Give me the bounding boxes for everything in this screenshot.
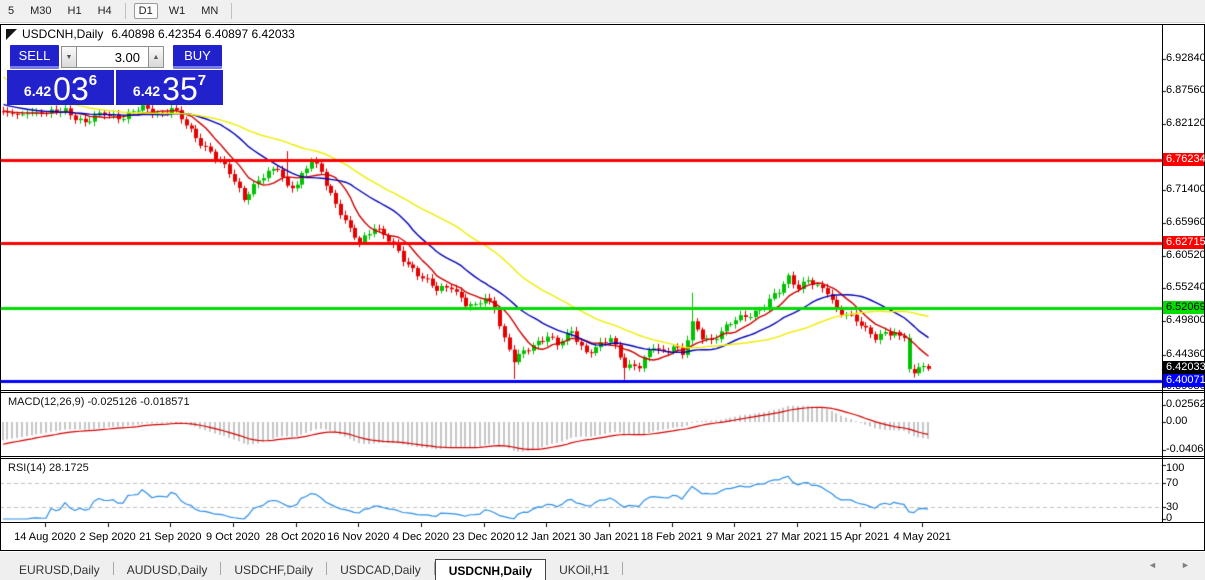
- timeframe-toolbar: 5 M30 H1 H4 D1 W1 MN: [0, 0, 1205, 23]
- timeframe-5[interactable]: 5: [3, 3, 19, 19]
- date-axis-label: 16 Nov 2020: [327, 531, 389, 543]
- date-axis-label: 23 Dec 2020: [452, 531, 514, 543]
- date-axis-label: 14 Aug 2020: [14, 531, 76, 543]
- sell-price-pip: 6: [89, 72, 97, 89]
- buy-price-main: 35: [162, 75, 198, 103]
- price-axis-tick: 6.65960: [1166, 216, 1205, 228]
- current-price-label: 6.42033: [1163, 361, 1204, 374]
- rsi-panel-top-border: [1, 458, 1204, 459]
- macd-indicator-label: MACD(12,26,9) -0.025126 -0.018571: [8, 396, 190, 408]
- date-axis-label: 9 Mar 2021: [706, 531, 762, 543]
- date-axis-label: 28 Oct 2020: [266, 531, 326, 543]
- date-axis-label: 4 Dec 2020: [393, 531, 449, 543]
- date-axis-label: 15 Apr 2021: [830, 531, 889, 543]
- buy-button[interactable]: BUY: [173, 45, 222, 69]
- sell-price-prefix: 6.42: [24, 83, 51, 99]
- tab-usdcad[interactable]: USDCAD,Daily: [327, 559, 434, 580]
- timeframe-mn[interactable]: MN: [196, 3, 223, 19]
- timeframe-h4[interactable]: H4: [93, 3, 117, 19]
- volume-decrease-button[interactable]: ▼: [61, 46, 77, 68]
- level-price-label: 6.52069: [1163, 301, 1204, 314]
- mt4-chart-window: 5 M30 H1 H4 D1 W1 MN USDCNH,Daily 6.40898 6.42…: [0, 0, 1205, 580]
- date-axis-label: 4 May 2021: [893, 531, 950, 543]
- timeframe-h1[interactable]: H1: [63, 3, 87, 19]
- one-click-collapse-icon[interactable]: [6, 29, 17, 40]
- macd-name: MACD(12,26,9): [8, 396, 84, 408]
- date-axis-label: 18 Feb 2021: [641, 531, 703, 543]
- toolbar-separator: [125, 3, 126, 19]
- timeframe-d1[interactable]: D1: [134, 3, 158, 19]
- sell-price-main: 03: [53, 75, 89, 103]
- rsi-indicator-label: RSI(14) 28.1725: [8, 462, 89, 474]
- volume-input[interactable]: [77, 46, 148, 68]
- price-axis-tick: 6.92840: [1166, 52, 1205, 64]
- volume-increase-button[interactable]: ▲: [148, 46, 164, 68]
- sell-button[interactable]: SELL: [10, 45, 59, 69]
- buy-price-prefix: 6.42: [133, 83, 160, 99]
- price-axis-tick: 6.87560: [1166, 84, 1205, 96]
- macd-axis-tick: 0.025623: [1166, 398, 1205, 410]
- sell-price-display[interactable]: 6.42 03 6: [7, 70, 114, 105]
- price-axis-tick: 6.71400: [1166, 183, 1205, 195]
- up-arrow-icon: ▲: [153, 54, 160, 61]
- date-axis-label: 30 Jan 2021: [579, 531, 640, 543]
- tab-scroll-left-icon[interactable]: ◄: [1148, 560, 1157, 570]
- date-axis-label: 9 Oct 2020: [206, 531, 260, 543]
- rsi-name: RSI(14): [8, 462, 46, 474]
- tab-ukoil[interactable]: UKOil,H1: [546, 559, 622, 580]
- rsi-axis-tick: 70: [1166, 477, 1178, 489]
- timeframe-w1[interactable]: W1: [164, 3, 191, 19]
- price-axis-tick: 6.82120: [1166, 117, 1205, 129]
- date-axis-label: 2 Sep 2020: [80, 531, 136, 543]
- ohlc-values: 6.40898 6.42354 6.40897 6.42033: [111, 27, 295, 41]
- level-price-label: 6.62715: [1163, 236, 1204, 249]
- timeframe-m30[interactable]: M30: [25, 3, 56, 19]
- price-axis-tick: 6.49800: [1166, 314, 1205, 326]
- buy-price-display[interactable]: 6.42 35 7: [116, 70, 223, 105]
- rsi-value: 28.1725: [49, 462, 89, 474]
- macd-rsi-separator[interactable]: [1, 456, 1204, 457]
- price-axis-tick: 6.55240: [1166, 281, 1205, 293]
- date-axis-label: 12 Jan 2021: [516, 531, 577, 543]
- symbol-title: USDCNH,Daily: [22, 27, 103, 41]
- rsi-axis-tick: 100: [1166, 462, 1184, 474]
- tab-audusd[interactable]: AUDUSD,Daily: [114, 559, 221, 580]
- main-macd-separator[interactable]: [1, 390, 1204, 391]
- chart-header: USDCNH,Daily 6.40898 6.42354 6.40897 6.4…: [6, 27, 295, 41]
- date-axis-label: 27 Mar 2021: [766, 531, 828, 543]
- tab-scroll-right-icon[interactable]: ►: [1181, 560, 1190, 570]
- tab-usdchf[interactable]: USDCHF,Daily: [221, 559, 326, 580]
- level-price-label: 6.76234: [1163, 153, 1204, 166]
- price-axis-line: [1162, 25, 1163, 522]
- rsi-bottom-border: [1, 522, 1204, 523]
- tab-usdcnh[interactable]: USDCNH,Daily: [435, 559, 546, 580]
- macd-axis-tick: 0.00: [1166, 415, 1187, 427]
- macd-panel-top-border: [1, 392, 1204, 393]
- chart-tab-bar: EURUSD,DailyAUDUSD,DailyUSDCHF,DailyUSDC…: [0, 552, 1205, 580]
- down-arrow-icon: ▼: [66, 54, 73, 61]
- macd-axis-tick: -0.04068: [1166, 443, 1205, 455]
- buy-price-pip: 7: [198, 72, 206, 89]
- tab-eurusd[interactable]: EURUSD,Daily: [6, 559, 113, 580]
- date-axis-label: 21 Sep 2020: [139, 531, 201, 543]
- tab-separator: [622, 562, 623, 575]
- macd-values: -0.025126 -0.018571: [87, 396, 189, 408]
- price-axis-tick: 6.44360: [1166, 348, 1205, 360]
- level-price-label: 6.40071: [1163, 374, 1204, 387]
- toolbar-separator: [231, 3, 232, 19]
- sell-button-label: SELL: [19, 48, 51, 63]
- price-axis-tick: 6.60520: [1166, 249, 1205, 261]
- buy-button-label: BUY: [184, 48, 211, 63]
